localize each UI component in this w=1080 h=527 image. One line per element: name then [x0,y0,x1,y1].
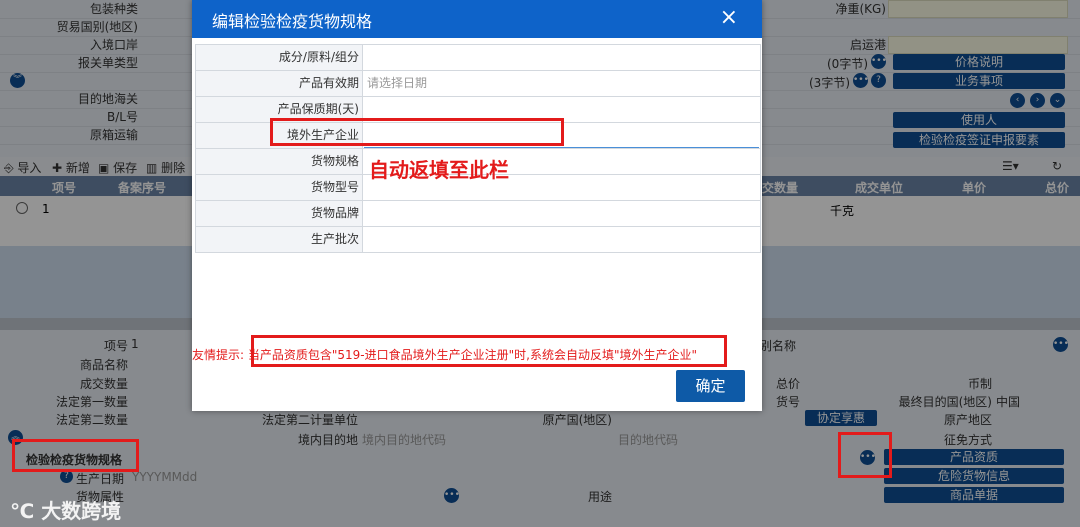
label-shelf-life: 产品保质期(天) [277,102,359,116]
field-batch: 生产批次 [196,227,760,252]
label-model: 货物型号 [310,180,359,194]
close-icon[interactable]: × [720,5,738,30]
highlight-spec-label [12,439,139,472]
watermark: ℃ 大数跨境 [10,495,121,524]
label-ingredients: 成分/原料/组分 [278,50,359,64]
dialog-title: 编辑检验检疫货物规格 [212,12,373,31]
label-brand: 货物品牌 [310,206,359,220]
edit-spec-dialog: 编辑检验检疫货物规格 × 成分/原料/组分 产品有效期 请选择日期 产品保质期(天… [192,0,762,411]
watermark-logo-icon: ℃ [10,499,42,523]
spec-form: 成分/原料/组分 产品有效期 请选择日期 产品保质期(天) 境外生产企业 货物规格… [195,44,761,253]
field-validity: 产品有效期 请选择日期 [196,71,760,97]
field-brand: 货物品牌 [196,201,760,227]
watermark-text: 大数跨境 [41,499,122,523]
label-batch: 生产批次 [310,232,359,246]
input-validity[interactable]: 请选择日期 [364,71,759,96]
input-batch[interactable] [364,227,759,252]
dialog-header: 编辑检验检疫货物规格 × [192,0,762,38]
label-spec: 货物规格 [310,154,359,168]
ok-button[interactable]: 确定 [676,370,745,402]
autofill-annotation: 自动返填至此栏 [369,158,509,182]
highlight-more-button [838,432,892,478]
highlight-overseas-producer [270,118,564,146]
field-ingredients: 成分/原料/组分 [196,45,760,71]
label-validity: 产品有效期 [298,76,359,90]
highlight-tip [251,335,727,367]
input-ingredients[interactable] [364,45,759,70]
input-brand[interactable] [364,201,759,226]
